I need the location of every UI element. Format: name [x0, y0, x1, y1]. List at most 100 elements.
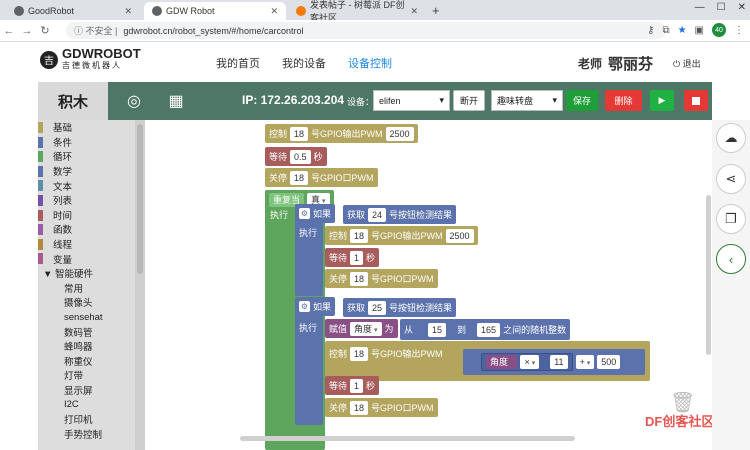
nav-my-devices[interactable]: 我的设备: [282, 55, 326, 71]
block-assign-variable[interactable]: 赋值 角度 为: [325, 319, 398, 338]
pin-field[interactable]: 25: [368, 300, 387, 315]
category-item[interactable]: 循环: [38, 149, 145, 164]
category-group-smart-hardware[interactable]: ▼ 智能硬件: [38, 266, 145, 281]
random-min-field[interactable]: 15: [428, 322, 447, 337]
pwm-value-field[interactable]: 2500: [385, 126, 414, 141]
wait-value-field[interactable]: 0.5: [290, 149, 311, 164]
run-button[interactable]: ▶: [650, 90, 674, 111]
operator-dropdown[interactable]: +: [575, 355, 595, 369]
category-item[interactable]: 显示屏: [38, 383, 145, 398]
operator-dropdown[interactable]: ×: [520, 355, 540, 369]
random-max-field[interactable]: 165: [477, 322, 501, 337]
profile-avatar[interactable]: 40: [712, 23, 726, 37]
device-select[interactable]: elifen ▾: [373, 90, 450, 111]
category-item[interactable]: 文本: [38, 178, 145, 193]
pin-field[interactable]: 18: [350, 400, 369, 415]
pwm-value-field[interactable]: 2500: [445, 228, 474, 243]
multiplier-field[interactable]: 11: [550, 355, 568, 369]
collapse-button[interactable]: ‹: [716, 244, 746, 274]
category-item[interactable]: 灯带: [38, 368, 145, 383]
forward-arrow-icon[interactable]: →: [18, 25, 36, 37]
block-get-button-24[interactable]: 获取 24 号按钮检测结果: [343, 205, 457, 224]
category-item[interactable]: 线程: [38, 237, 145, 252]
variable-dropdown[interactable]: 角度: [350, 321, 382, 336]
category-item[interactable]: I2C: [38, 397, 145, 412]
tab-df-forum[interactable]: 发表帖子 - 树莓派 DF创客社区 ✕: [288, 0, 426, 23]
block-pwm-stop[interactable]: 关停 18 号GPIO口PWM: [265, 168, 378, 187]
save-button[interactable]: 保存: [566, 90, 598, 111]
reload-icon[interactable]: ↻: [36, 24, 54, 37]
block-math-add[interactable]: 角度 × 11 + 500: [463, 349, 645, 375]
block-pwm-output[interactable]: 控制 18 号GPIO输出PWM 2500: [325, 226, 478, 245]
copy-button[interactable]: ❐: [716, 204, 746, 234]
block-pwm-output[interactable]: 控制 18 号GPIO输出PWM 2500: [265, 124, 418, 143]
cloud-upload-button[interactable]: ☁: [716, 123, 746, 153]
category-item[interactable]: 列表: [38, 193, 145, 208]
offset-field[interactable]: 500: [597, 355, 621, 369]
pin-field[interactable]: 18: [350, 346, 369, 361]
maximize-button[interactable]: ☐: [717, 2, 726, 13]
close-icon[interactable]: ✕: [270, 6, 278, 17]
block-math-multiply[interactable]: 角度 × 11: [481, 353, 573, 371]
workspace-vertical-scrollbar[interactable]: [706, 195, 711, 355]
pin-field[interactable]: 24: [368, 207, 387, 222]
category-item[interactable]: 摄像头: [38, 295, 145, 310]
nav-device-control[interactable]: 设备控制: [348, 55, 392, 71]
key-icon[interactable]: ⚷: [647, 25, 654, 36]
url-input[interactable]: ⓘ 不安全 | gdwrobot.cn/robot_system/#/home/…: [66, 22, 666, 39]
new-tab-button[interactable]: +: [432, 3, 440, 18]
pin-field[interactable]: 18: [290, 170, 309, 185]
block-random-int[interactable]: 从 15 到 165 之间的随机整数: [400, 319, 571, 340]
disconnect-button[interactable]: 断开: [453, 90, 485, 111]
scrollbar-thumb[interactable]: [137, 124, 143, 274]
block-wait[interactable]: 等待 0.5 秒: [265, 147, 327, 166]
window-close-button[interactable]: ✕: [738, 2, 746, 13]
minimize-button[interactable]: —: [695, 2, 705, 13]
camera-icon[interactable]: ◎: [124, 91, 144, 111]
category-item[interactable]: 手势控制: [38, 426, 145, 441]
pin-field[interactable]: 18: [290, 126, 309, 141]
category-item[interactable]: 打印机: [38, 412, 145, 427]
back-arrow-icon[interactable]: ←: [0, 25, 18, 37]
variable-dropdown[interactable]: 角度: [486, 355, 518, 369]
tab-gdw-robot[interactable]: GDW Robot ✕: [144, 2, 286, 20]
grid-icon[interactable]: ▦: [166, 91, 186, 111]
category-item[interactable]: 条件: [38, 135, 145, 150]
nav-home[interactable]: 我的首页: [216, 55, 260, 71]
block-get-button-25[interactable]: 获取 25 号按钮检测结果: [343, 298, 457, 317]
wait-value-field[interactable]: 1: [350, 250, 364, 265]
extension-icon[interactable]: ▣: [695, 25, 704, 36]
category-item[interactable]: sensehat: [38, 310, 145, 325]
block-if-2[interactable]: [295, 297, 323, 425]
block-wait[interactable]: 等待 1 秒: [325, 248, 380, 267]
category-item[interactable]: 时间: [38, 208, 145, 223]
category-item[interactable]: 蜂鸣器: [38, 339, 145, 354]
gear-icon[interactable]: ⚙: [299, 301, 310, 312]
category-item[interactable]: 数码管: [38, 324, 145, 339]
block-pwm-stop[interactable]: 关停 18 号GPIO口PWM: [325, 398, 438, 417]
bookmark-star-icon[interactable]: ★: [678, 25, 687, 36]
pin-field[interactable]: 18: [350, 228, 369, 243]
category-item[interactable]: 基础: [38, 120, 145, 135]
category-item[interactable]: 数学: [38, 164, 145, 179]
blocks-tab[interactable]: 积木: [38, 82, 108, 120]
category-item[interactable]: 常用: [38, 281, 145, 296]
stop-button[interactable]: [684, 90, 708, 111]
category-item[interactable]: 变量: [38, 251, 145, 266]
gear-icon[interactable]: ⚙: [299, 208, 310, 219]
block-workspace[interactable]: 控制 18 号GPIO输出PWM 2500 等待 0.5 秒 关停 18 号GP…: [145, 120, 712, 450]
close-icon[interactable]: ✕: [124, 6, 132, 17]
tab-goodrobot[interactable]: GoodRobot ✕: [6, 2, 140, 20]
workspace-horizontal-scrollbar[interactable]: [240, 436, 575, 441]
block-wait[interactable]: 等待 1 秒: [325, 376, 380, 395]
insecure-label[interactable]: ⓘ 不安全 |: [74, 24, 117, 37]
translate-icon[interactable]: ⧉: [662, 25, 669, 36]
category-item[interactable]: 称重仪: [38, 354, 145, 369]
close-icon[interactable]: ✕: [410, 6, 418, 17]
mode-select[interactable]: 趣味转盘 ▾: [491, 90, 563, 111]
wait-value-field[interactable]: 1: [350, 378, 364, 393]
share-button[interactable]: ⋖: [716, 164, 746, 194]
block-pwm-stop[interactable]: 关停 18 号GPIO口PWM: [325, 269, 438, 288]
logout-button[interactable]: ⏻ 退出: [673, 57, 701, 70]
category-scrollbar[interactable]: [135, 120, 145, 450]
